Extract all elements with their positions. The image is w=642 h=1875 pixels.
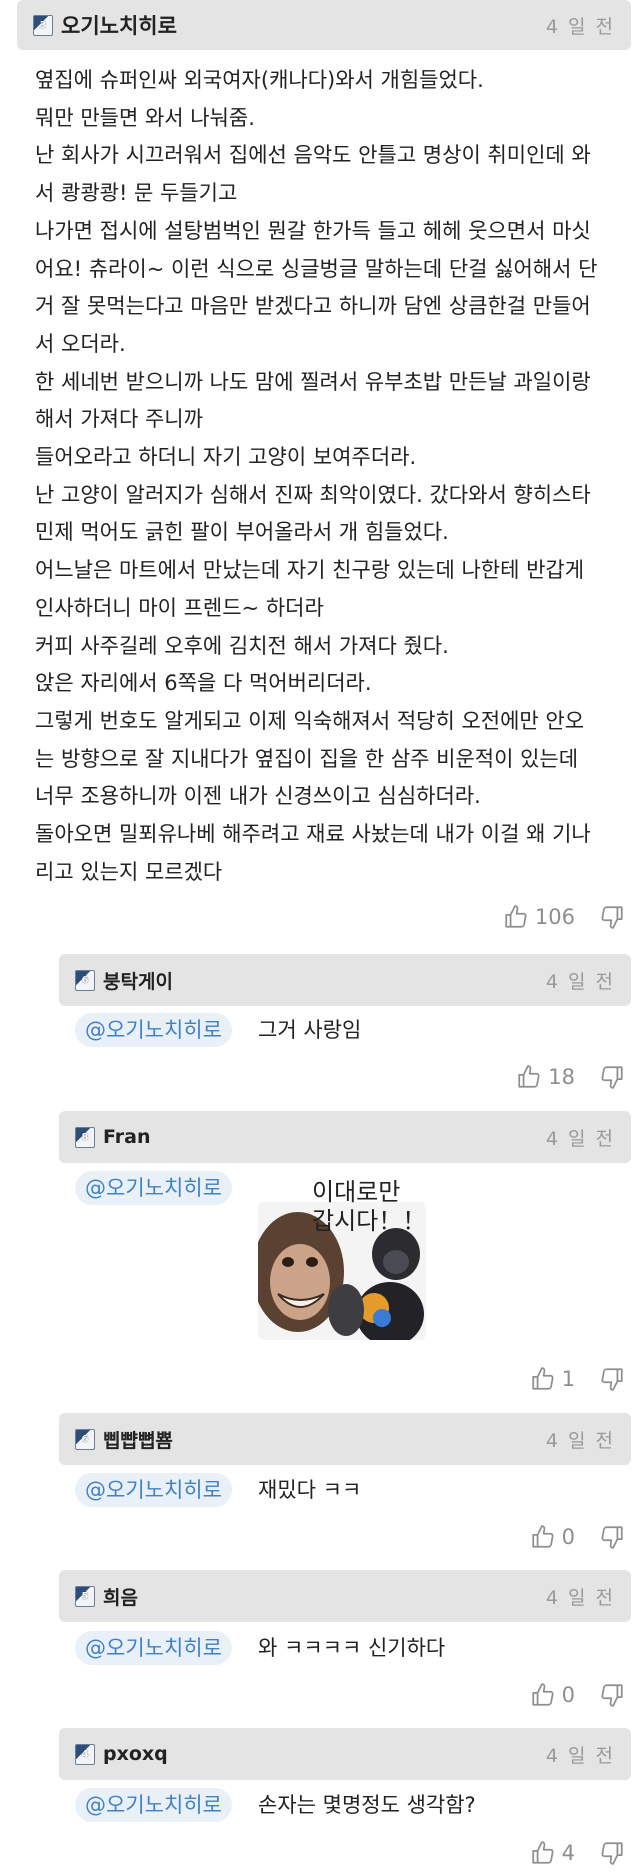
reply-votes: 0: [530, 1678, 625, 1712]
comment-line: 나가면 접시에 설탕범벅인 뭔갈 한가득 들고 헤헤 웃으면서 마싯: [35, 218, 591, 243]
author-nickname[interactable]: Fran: [103, 1126, 546, 1148]
level-badge-icon: 6: [75, 969, 95, 991]
comment-line: 리고 있는지 모르겠다: [35, 859, 223, 884]
level-badge-icon: 6: [75, 1428, 95, 1450]
comment-line: 너무 조용하니까 이젠 내가 신경쓰이고 심심하더라.: [35, 784, 481, 809]
reply-text: 손자는 몇명정도 생각함?: [258, 1793, 476, 1817]
comment-line: 어느날은 마트에서 만났는데 자기 친구랑 있는데 나한테 반갑게: [35, 558, 585, 583]
reply-header: 6 붕탁게이 4 일 전: [59, 954, 631, 1006]
reply-header: 6 삡뺩뼙뿀 4 일 전: [59, 1413, 631, 1465]
like-button[interactable]: 0: [530, 1524, 575, 1550]
author-nickname[interactable]: 희음: [103, 1583, 546, 1610]
thumbs-up-icon: [532, 1683, 554, 1706]
comment-line: 는 방향으로 잘 지내다가 옆집이 집을 한 삼주 비운적이 있는데: [35, 746, 579, 771]
thumbs-down-icon[interactable]: [599, 1524, 625, 1550]
like-count: 106: [534, 905, 575, 929]
comment-time: 4 일 전: [545, 15, 615, 38]
level-badge-icon: 4: [75, 1743, 95, 1765]
reply-votes: 1: [530, 1362, 625, 1396]
thumbs-up-icon: [532, 1525, 554, 1548]
comment-line: 한 세네번 받으니까 나도 맘에 찔려서 유부초밥 만든날 과일이랑: [35, 369, 591, 394]
level-badge-icon: 8: [75, 1126, 95, 1148]
like-button[interactable]: 18: [516, 1064, 575, 1090]
comment-line: 서 쾅쾅쾅! 문 두들기고: [35, 181, 238, 206]
mention-tag[interactable]: @오기노치히로: [75, 1473, 232, 1507]
reply-votes: 18: [516, 1060, 625, 1094]
reply-header: 5 희음 4 일 전: [59, 1570, 631, 1622]
reply-text: 그거 사랑임: [258, 1018, 362, 1042]
like-count: 0: [561, 1683, 575, 1707]
comment-line: 앉은 자리에서 6쪽을 다 먹어버리더라.: [35, 671, 372, 696]
mention-tag[interactable]: @오기노치히로: [75, 1171, 232, 1205]
reply-time: 4 일 전: [545, 1429, 615, 1452]
author-nickname[interactable]: 붕탁게이: [103, 967, 546, 994]
thumbs-down-icon[interactable]: [599, 1366, 625, 1392]
comment-line: 인사하더니 마이 프렌드~ 하더라: [35, 595, 324, 620]
level-badge-icon: 3: [33, 14, 53, 36]
thumbs-down-icon[interactable]: [599, 904, 625, 930]
reply-time: 4 일 전: [545, 1586, 615, 1609]
like-button[interactable]: 4: [530, 1840, 575, 1866]
comment-line: 민제 먹어도 긁힌 팔이 부어올라서 개 힘들었다.: [35, 520, 449, 545]
comment-line: 서 오더라.: [35, 331, 126, 356]
reply-time: 4 일 전: [545, 970, 615, 993]
comment-line: 난 고양이 알러지가 심해서 진짜 최악이였다. 갔다와서 향히스타: [35, 482, 591, 507]
reply-header: 8 Fran 4 일 전: [59, 1111, 631, 1163]
comment-line: 들어오라고 하더니 자기 고양이 보여주더라.: [35, 445, 417, 470]
thumbs-up-icon: [532, 1841, 554, 1864]
level-badge-icon: 5: [75, 1585, 95, 1607]
comment-line: 어요! 츄라이~ 이런 식으로 싱글벙글 말하는데 단걸 싫어해서 단: [35, 256, 598, 281]
thumbs-down-icon[interactable]: [599, 1682, 625, 1708]
mention-tag[interactable]: @오기노치히로: [75, 1013, 232, 1047]
sticker-caption-line: 갑시다！！: [312, 1207, 427, 1235]
comment-header: 3 오기노치히로 4 일 전: [17, 0, 631, 50]
mention-tag[interactable]: @오기노치히로: [75, 1788, 232, 1822]
sticker-caption: 이대로만 갑시다！！: [312, 1178, 426, 1236]
like-count: 1: [561, 1367, 575, 1391]
author-nickname[interactable]: pxoxq: [103, 1743, 546, 1765]
thumbs-up-icon: [505, 905, 527, 928]
comment-thread: 3 오기노치히로 4 일 전 옆집에 슈퍼인싸 외국여자(캐나다)와서 개힘들었…: [0, 0, 642, 1875]
author-nickname[interactable]: 오기노치히로: [61, 10, 546, 40]
comment-line: 거 잘 못먹는다고 마음만 받겠다고 하니까 담엔 상큼한걸 만들어: [35, 294, 591, 319]
reply-time: 4 일 전: [545, 1127, 615, 1150]
reply-text: 와 ㅋㅋㅋㅋ 신기하다: [258, 1636, 446, 1660]
thumbs-up-icon: [532, 1367, 554, 1390]
thumbs-down-icon[interactable]: [599, 1840, 625, 1866]
comment-line: 옆집에 슈퍼인싸 외국여자(캐나다)와서 개힘들었다.: [35, 68, 484, 92]
like-count: 18: [548, 1065, 575, 1089]
like-button[interactable]: 106: [503, 904, 575, 930]
thumbs-up-icon: [518, 1065, 540, 1088]
reply-text: 재밌다 ㅋㅋ: [258, 1478, 362, 1502]
comment-line: 그렇게 번호도 알게되고 이제 익숙해져서 적당히 오전에만 안오: [35, 708, 585, 733]
sticker-caption-line: 이대로만: [312, 1178, 401, 1206]
comment-votes: 106: [503, 900, 625, 934]
like-count: 0: [561, 1525, 575, 1549]
reply-votes: 4: [530, 1836, 625, 1870]
author-nickname[interactable]: 삡뺩뼙뿀: [103, 1426, 546, 1453]
comment-line: 돌아오면 밀푀유나베 해주려고 재료 사놨는데 내가 이걸 왜 기나: [35, 822, 591, 847]
comment-line: 뭐만 만들면 와서 나눠줌.: [35, 105, 255, 130]
like-button[interactable]: 1: [530, 1366, 575, 1392]
comment-body: 옆집에 슈퍼인싸 외국여자(캐나다)와서 개힘들었다. 뭐만 만들면 와서 나눠…: [35, 62, 630, 891]
like-count: 4: [561, 1841, 575, 1865]
thumbs-down-icon[interactable]: [599, 1064, 625, 1090]
reply-time: 4 일 전: [545, 1744, 615, 1767]
mention-tag[interactable]: @오기노치히로: [75, 1631, 232, 1665]
reply-votes: 0: [530, 1520, 625, 1554]
reply-header: 4 pxoxq 4 일 전: [59, 1728, 631, 1780]
comment-line: 난 회사가 시끄러워서 집에선 음악도 안틀고 명상이 취미인데 와: [35, 143, 591, 168]
comment-line: 해서 가져다 주니까: [35, 407, 203, 432]
comment-line: 커피 사주길레 오후에 김치전 해서 가져다 줬다.: [35, 633, 449, 658]
like-button[interactable]: 0: [530, 1682, 575, 1708]
sticker[interactable]: 이대로만 갑시다！！: [258, 1178, 426, 1340]
